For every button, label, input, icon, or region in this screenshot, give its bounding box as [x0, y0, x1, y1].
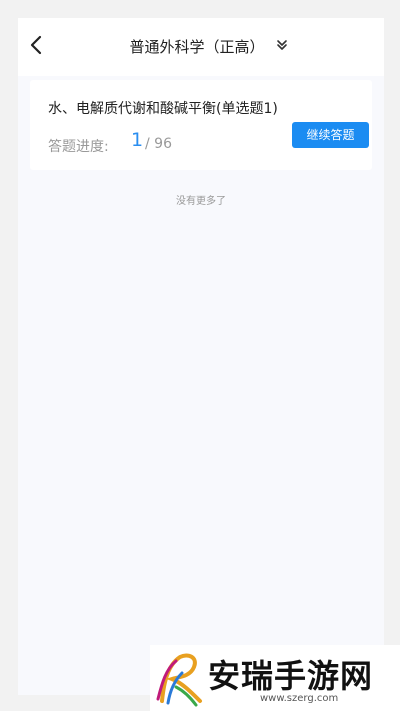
- no-more-text: 没有更多了: [176, 196, 226, 207]
- continue-answering-button[interactable]: 继续答题: [292, 122, 369, 148]
- chapter-card[interactable]: 水、电解质代谢和酸碱平衡(单选题1) 答题进度: 1 / 96 继续答题: [30, 80, 372, 170]
- chapter-title: 水、电解质代谢和酸碱平衡(单选题1): [48, 101, 278, 117]
- page-title[interactable]: 普通外科学（正高）: [18, 36, 384, 57]
- watermark-url: www.szerg.com: [260, 693, 339, 704]
- double-chevron-down-icon: [277, 40, 287, 50]
- watermark: 安瑞手游网 www.szerg.com: [150, 645, 400, 711]
- site-logo-icon: [156, 653, 202, 707]
- app-screen: 普通外科学（正高） 水、电解质代谢和酸碱平衡(单选题1) 答题进度: 1 / 9…: [18, 18, 384, 695]
- progress-label: 答题进度:: [48, 139, 109, 155]
- header-bar: 普通外科学（正高）: [18, 18, 384, 76]
- progress-total: / 96: [145, 136, 172, 152]
- progress-current: 1: [131, 129, 144, 151]
- watermark-name: 安瑞手游网: [208, 657, 374, 695]
- course-dropdown-toggle[interactable]: [274, 37, 290, 53]
